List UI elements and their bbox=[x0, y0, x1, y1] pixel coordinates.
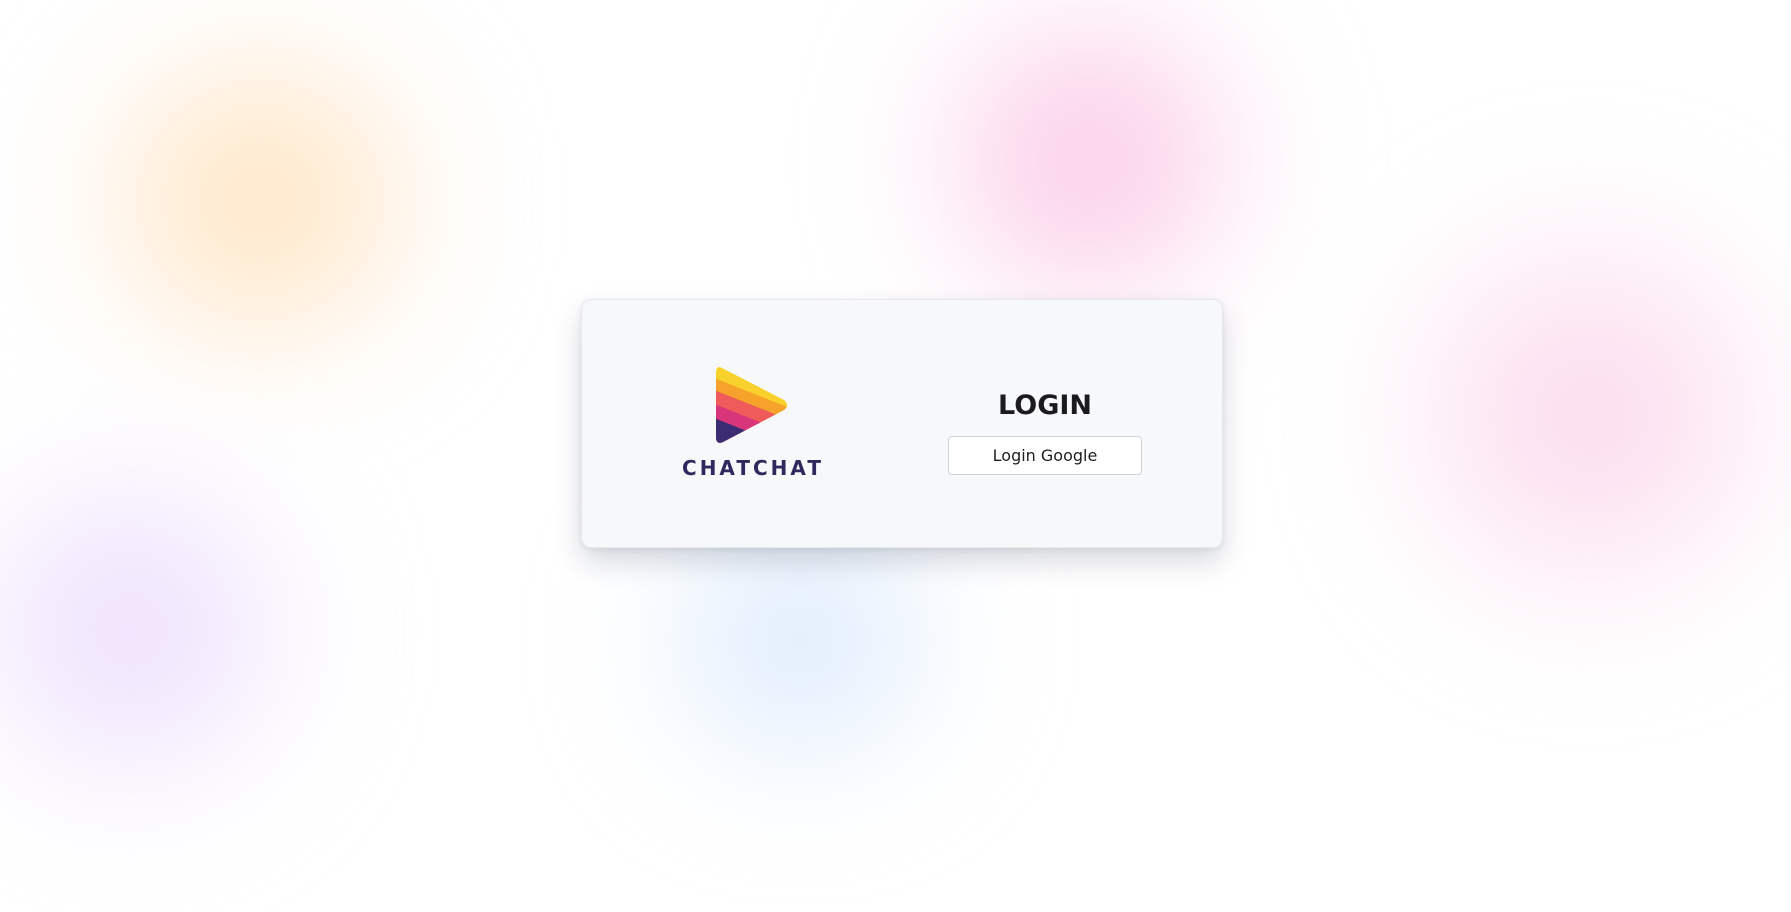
login-page: CHATCHAT LOGIN Login Google bbox=[0, 0, 1791, 912]
play-triangle-logo-icon bbox=[716, 367, 787, 443]
brand-logo: CHATCHAT bbox=[678, 364, 828, 484]
background-blob-pink-right bbox=[1380, 190, 1791, 640]
login-title: LOGIN bbox=[998, 390, 1092, 421]
login-google-button[interactable]: Login Google bbox=[948, 436, 1142, 475]
background-blob-pink bbox=[900, 0, 1280, 330]
background-blob-purple bbox=[0, 430, 320, 830]
brand-name: CHATCHAT bbox=[682, 456, 824, 480]
login-section: LOGIN Login Google bbox=[947, 390, 1143, 475]
login-card: CHATCHAT LOGIN Login Google bbox=[581, 299, 1223, 548]
background-blob-orange bbox=[60, 30, 460, 370]
